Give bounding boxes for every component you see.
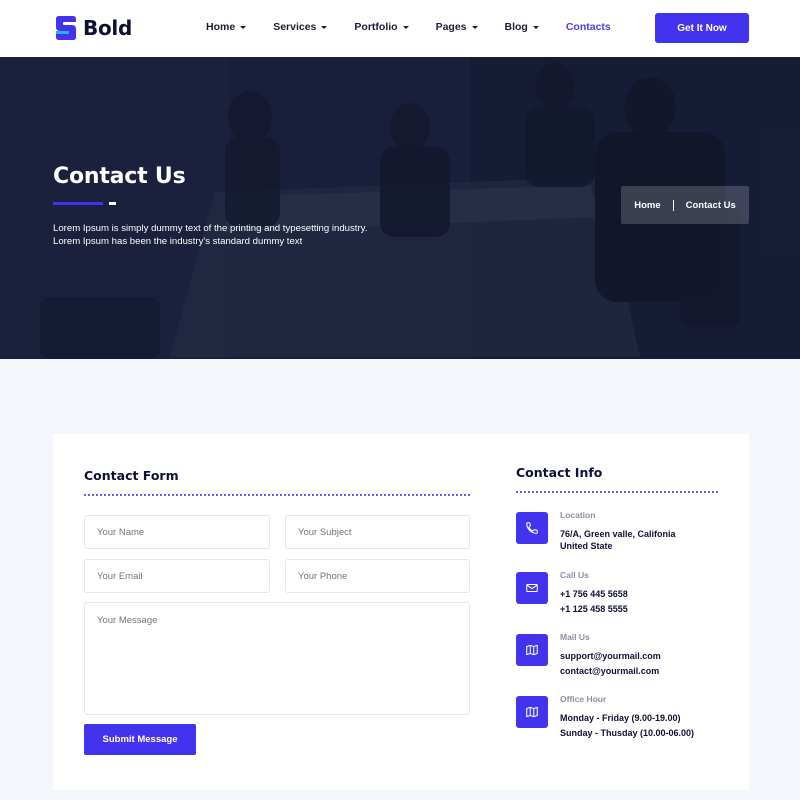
nav-blog[interactable]: Blog (505, 21, 539, 33)
location-label: Location (560, 510, 596, 520)
nav-portfolio-label: Portfolio (354, 21, 398, 33)
nav-home-label: Home (206, 21, 236, 33)
breadcrumb-current: Contact Us (685, 199, 736, 211)
nav-home[interactable]: Home (206, 21, 247, 33)
phone-input[interactable] (285, 559, 470, 593)
hero-description: Lorem Ipsum is simply dummy text of the … (53, 222, 413, 248)
main-nav: Home Services Portfolio Pages Blog Conta… (206, 21, 611, 33)
hero-description-line2: Lorem Ipsum has been the industry's stan… (53, 236, 303, 247)
breadcrumb: Home Contact Us (621, 186, 749, 224)
location-line2: United State (560, 541, 613, 551)
caret-down-icon (240, 25, 247, 29)
caret-down-icon (471, 25, 478, 29)
name-input[interactable] (84, 515, 270, 549)
office-hour-line2: Sunday - Thusday (10.00-06.00) (560, 728, 695, 738)
call-line1[interactable]: +1 756 445 5658 (560, 589, 628, 599)
map-icon (516, 696, 548, 728)
mail-line2[interactable]: contact@yourmail.com (560, 666, 659, 676)
mail-line1[interactable]: support@yourmail.com (560, 651, 661, 661)
caret-down-icon (532, 25, 539, 29)
logo-icon (55, 14, 77, 42)
submit-message-button[interactable]: Submit Message (84, 724, 196, 755)
message-textarea[interactable] (84, 602, 470, 715)
breadcrumb-home[interactable]: Home (634, 200, 660, 211)
caret-down-icon (402, 25, 409, 29)
hero-description-line1: Lorem Ipsum is simply dummy text of the … (53, 223, 368, 234)
nav-services[interactable]: Services (273, 21, 328, 33)
title-underline (53, 202, 103, 205)
mail-icon (516, 572, 548, 604)
logo-text: Bold (83, 16, 132, 40)
nav-portfolio[interactable]: Portfolio (354, 21, 409, 33)
nav-pages-label: Pages (435, 21, 467, 33)
nav-pages[interactable]: Pages (436, 21, 478, 33)
location-line1: 76/A, Green valle, Califonia (560, 529, 676, 539)
logo[interactable]: Bold (55, 14, 132, 42)
nav-contacts-label: Contacts (565, 21, 611, 33)
mail-label: Mail Us (560, 632, 590, 642)
form-title-divider (84, 494, 470, 496)
nav-services-label: Services (273, 21, 317, 33)
office-hour-line1: Monday - Friday (9.00-19.00) (560, 713, 681, 723)
office-hour-label: Office Hour (560, 694, 607, 704)
email-input[interactable] (84, 559, 270, 593)
map-icon (516, 634, 548, 666)
page-title: Contact Us (53, 164, 186, 189)
nav-contacts[interactable]: Contacts (566, 21, 611, 33)
phone-icon (516, 512, 548, 544)
nav-blog-label: Blog (504, 21, 528, 33)
info-title-divider (516, 491, 718, 493)
caret-down-icon (321, 25, 328, 29)
breadcrumb-separator (672, 199, 674, 211)
subject-input[interactable] (285, 515, 470, 549)
call-label: Call Us (560, 570, 589, 580)
contact-info-title: Contact Info (516, 465, 603, 480)
site-header: Bold Home Services Portfolio Pages Blog … (0, 0, 800, 57)
contact-form-title: Contact Form (84, 468, 179, 483)
get-it-now-button[interactable]: Get It Now (655, 13, 749, 43)
title-dash (109, 202, 116, 205)
call-line2[interactable]: +1 125 458 5555 (560, 604, 628, 614)
